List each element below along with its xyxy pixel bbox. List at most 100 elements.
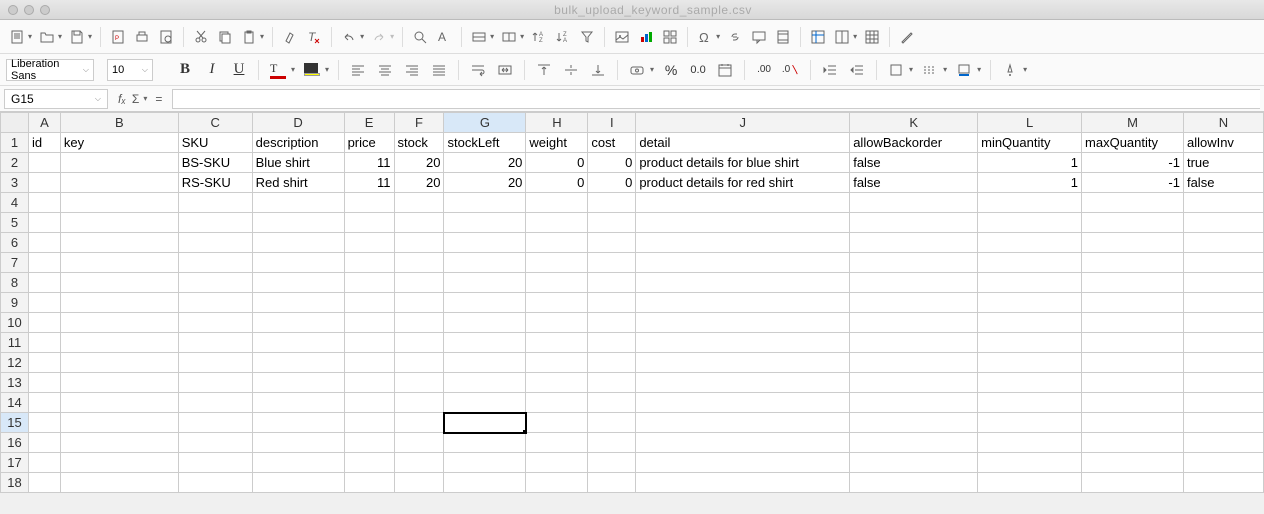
cell[interactable] bbox=[1183, 193, 1263, 213]
cell[interactable] bbox=[344, 213, 394, 233]
cell[interactable] bbox=[588, 273, 636, 293]
cell[interactable] bbox=[178, 433, 252, 453]
cell[interactable] bbox=[978, 293, 1082, 313]
row-header[interactable]: 4 bbox=[1, 193, 29, 213]
cell[interactable]: false bbox=[850, 173, 978, 193]
cell[interactable] bbox=[526, 353, 588, 373]
cell[interactable] bbox=[1082, 413, 1184, 433]
cell[interactable] bbox=[344, 373, 394, 393]
cell[interactable] bbox=[526, 213, 588, 233]
cell[interactable] bbox=[636, 373, 850, 393]
row-header[interactable]: 11 bbox=[1, 333, 29, 353]
maximize-window-button[interactable] bbox=[40, 5, 50, 15]
increase-indent-icon[interactable] bbox=[845, 59, 869, 81]
cell[interactable]: 0 bbox=[588, 153, 636, 173]
cell[interactable] bbox=[344, 233, 394, 253]
font-name-select[interactable]: Liberation Sans ⌵ bbox=[6, 59, 94, 81]
new-doc-icon[interactable] bbox=[6, 26, 28, 48]
cell[interactable] bbox=[28, 333, 60, 353]
cell[interactable] bbox=[344, 353, 394, 373]
cell[interactable] bbox=[394, 253, 444, 273]
highlight-button[interactable] bbox=[300, 59, 324, 81]
cell[interactable]: detail bbox=[636, 133, 850, 153]
cell[interactable] bbox=[28, 433, 60, 453]
date-format-icon[interactable] bbox=[713, 59, 737, 81]
dropdown-icon[interactable]: ▾ bbox=[260, 32, 264, 41]
cell[interactable] bbox=[526, 293, 588, 313]
cell[interactable]: stock bbox=[394, 133, 444, 153]
dropdown-icon[interactable]: ▾ bbox=[520, 32, 524, 41]
row-header[interactable]: 13 bbox=[1, 373, 29, 393]
align-center-icon[interactable] bbox=[373, 59, 397, 81]
number-format-icon[interactable]: 0.0 bbox=[686, 59, 710, 81]
row-header[interactable]: 9 bbox=[1, 293, 29, 313]
pivot-icon[interactable] bbox=[659, 26, 681, 48]
cell[interactable] bbox=[978, 433, 1082, 453]
cell[interactable] bbox=[252, 233, 344, 253]
dropdown-icon[interactable]: ▾ bbox=[943, 65, 947, 74]
cell[interactable] bbox=[588, 393, 636, 413]
cell[interactable]: description bbox=[252, 133, 344, 153]
cell[interactable] bbox=[978, 273, 1082, 293]
cell[interactable] bbox=[526, 273, 588, 293]
cell[interactable] bbox=[394, 373, 444, 393]
cell[interactable] bbox=[444, 393, 526, 413]
cell[interactable] bbox=[850, 433, 978, 453]
cell[interactable] bbox=[394, 213, 444, 233]
cell[interactable] bbox=[178, 473, 252, 493]
cell[interactable] bbox=[978, 313, 1082, 333]
cell[interactable]: Red shirt bbox=[252, 173, 344, 193]
cell[interactable] bbox=[28, 253, 60, 273]
dropdown-icon[interactable]: ▾ bbox=[28, 32, 32, 41]
cell[interactable] bbox=[344, 433, 394, 453]
clear-format-icon[interactable]: T bbox=[303, 26, 325, 48]
cell[interactable] bbox=[444, 233, 526, 253]
cell[interactable]: 0 bbox=[526, 173, 588, 193]
cell[interactable] bbox=[588, 333, 636, 353]
cut-icon[interactable] bbox=[190, 26, 212, 48]
cell[interactable]: BS-SKU bbox=[178, 153, 252, 173]
cell[interactable] bbox=[60, 253, 178, 273]
column-header[interactable]: C bbox=[178, 113, 252, 133]
cell[interactable] bbox=[850, 213, 978, 233]
cell[interactable] bbox=[526, 433, 588, 453]
cell[interactable] bbox=[1183, 373, 1263, 393]
cell[interactable] bbox=[252, 253, 344, 273]
cell[interactable] bbox=[850, 393, 978, 413]
cell[interactable] bbox=[252, 373, 344, 393]
cell[interactable]: RS-SKU bbox=[178, 173, 252, 193]
align-right-icon[interactable] bbox=[400, 59, 424, 81]
cell[interactable] bbox=[252, 273, 344, 293]
row-header[interactable]: 3 bbox=[1, 173, 29, 193]
cell[interactable]: 0 bbox=[588, 173, 636, 193]
spellcheck-icon[interactable]: A bbox=[433, 26, 455, 48]
column-icon[interactable] bbox=[498, 26, 520, 48]
cell[interactable] bbox=[60, 213, 178, 233]
cell[interactable] bbox=[588, 353, 636, 373]
chart-icon[interactable] bbox=[635, 26, 657, 48]
cell[interactable] bbox=[28, 313, 60, 333]
row-header[interactable]: 12 bbox=[1, 353, 29, 373]
cell[interactable]: -1 bbox=[1082, 153, 1184, 173]
cell[interactable] bbox=[636, 213, 850, 233]
cell[interactable] bbox=[60, 273, 178, 293]
cell[interactable] bbox=[526, 333, 588, 353]
cell[interactable] bbox=[344, 413, 394, 433]
cell[interactable]: 20 bbox=[444, 153, 526, 173]
cell[interactable] bbox=[850, 233, 978, 253]
dropdown-icon[interactable]: ▾ bbox=[58, 32, 62, 41]
cell[interactable] bbox=[850, 453, 978, 473]
align-justify-icon[interactable] bbox=[427, 59, 451, 81]
undo-icon[interactable] bbox=[338, 26, 360, 48]
cell[interactable]: false bbox=[850, 153, 978, 173]
cell[interactable]: true bbox=[1183, 153, 1263, 173]
cell[interactable] bbox=[394, 453, 444, 473]
cell[interactable] bbox=[252, 393, 344, 413]
cell[interactable] bbox=[978, 413, 1082, 433]
row-icon[interactable] bbox=[468, 26, 490, 48]
cell[interactable] bbox=[178, 313, 252, 333]
cell[interactable] bbox=[1183, 413, 1263, 433]
find-icon[interactable] bbox=[409, 26, 431, 48]
cell[interactable] bbox=[344, 473, 394, 493]
cell[interactable] bbox=[60, 473, 178, 493]
